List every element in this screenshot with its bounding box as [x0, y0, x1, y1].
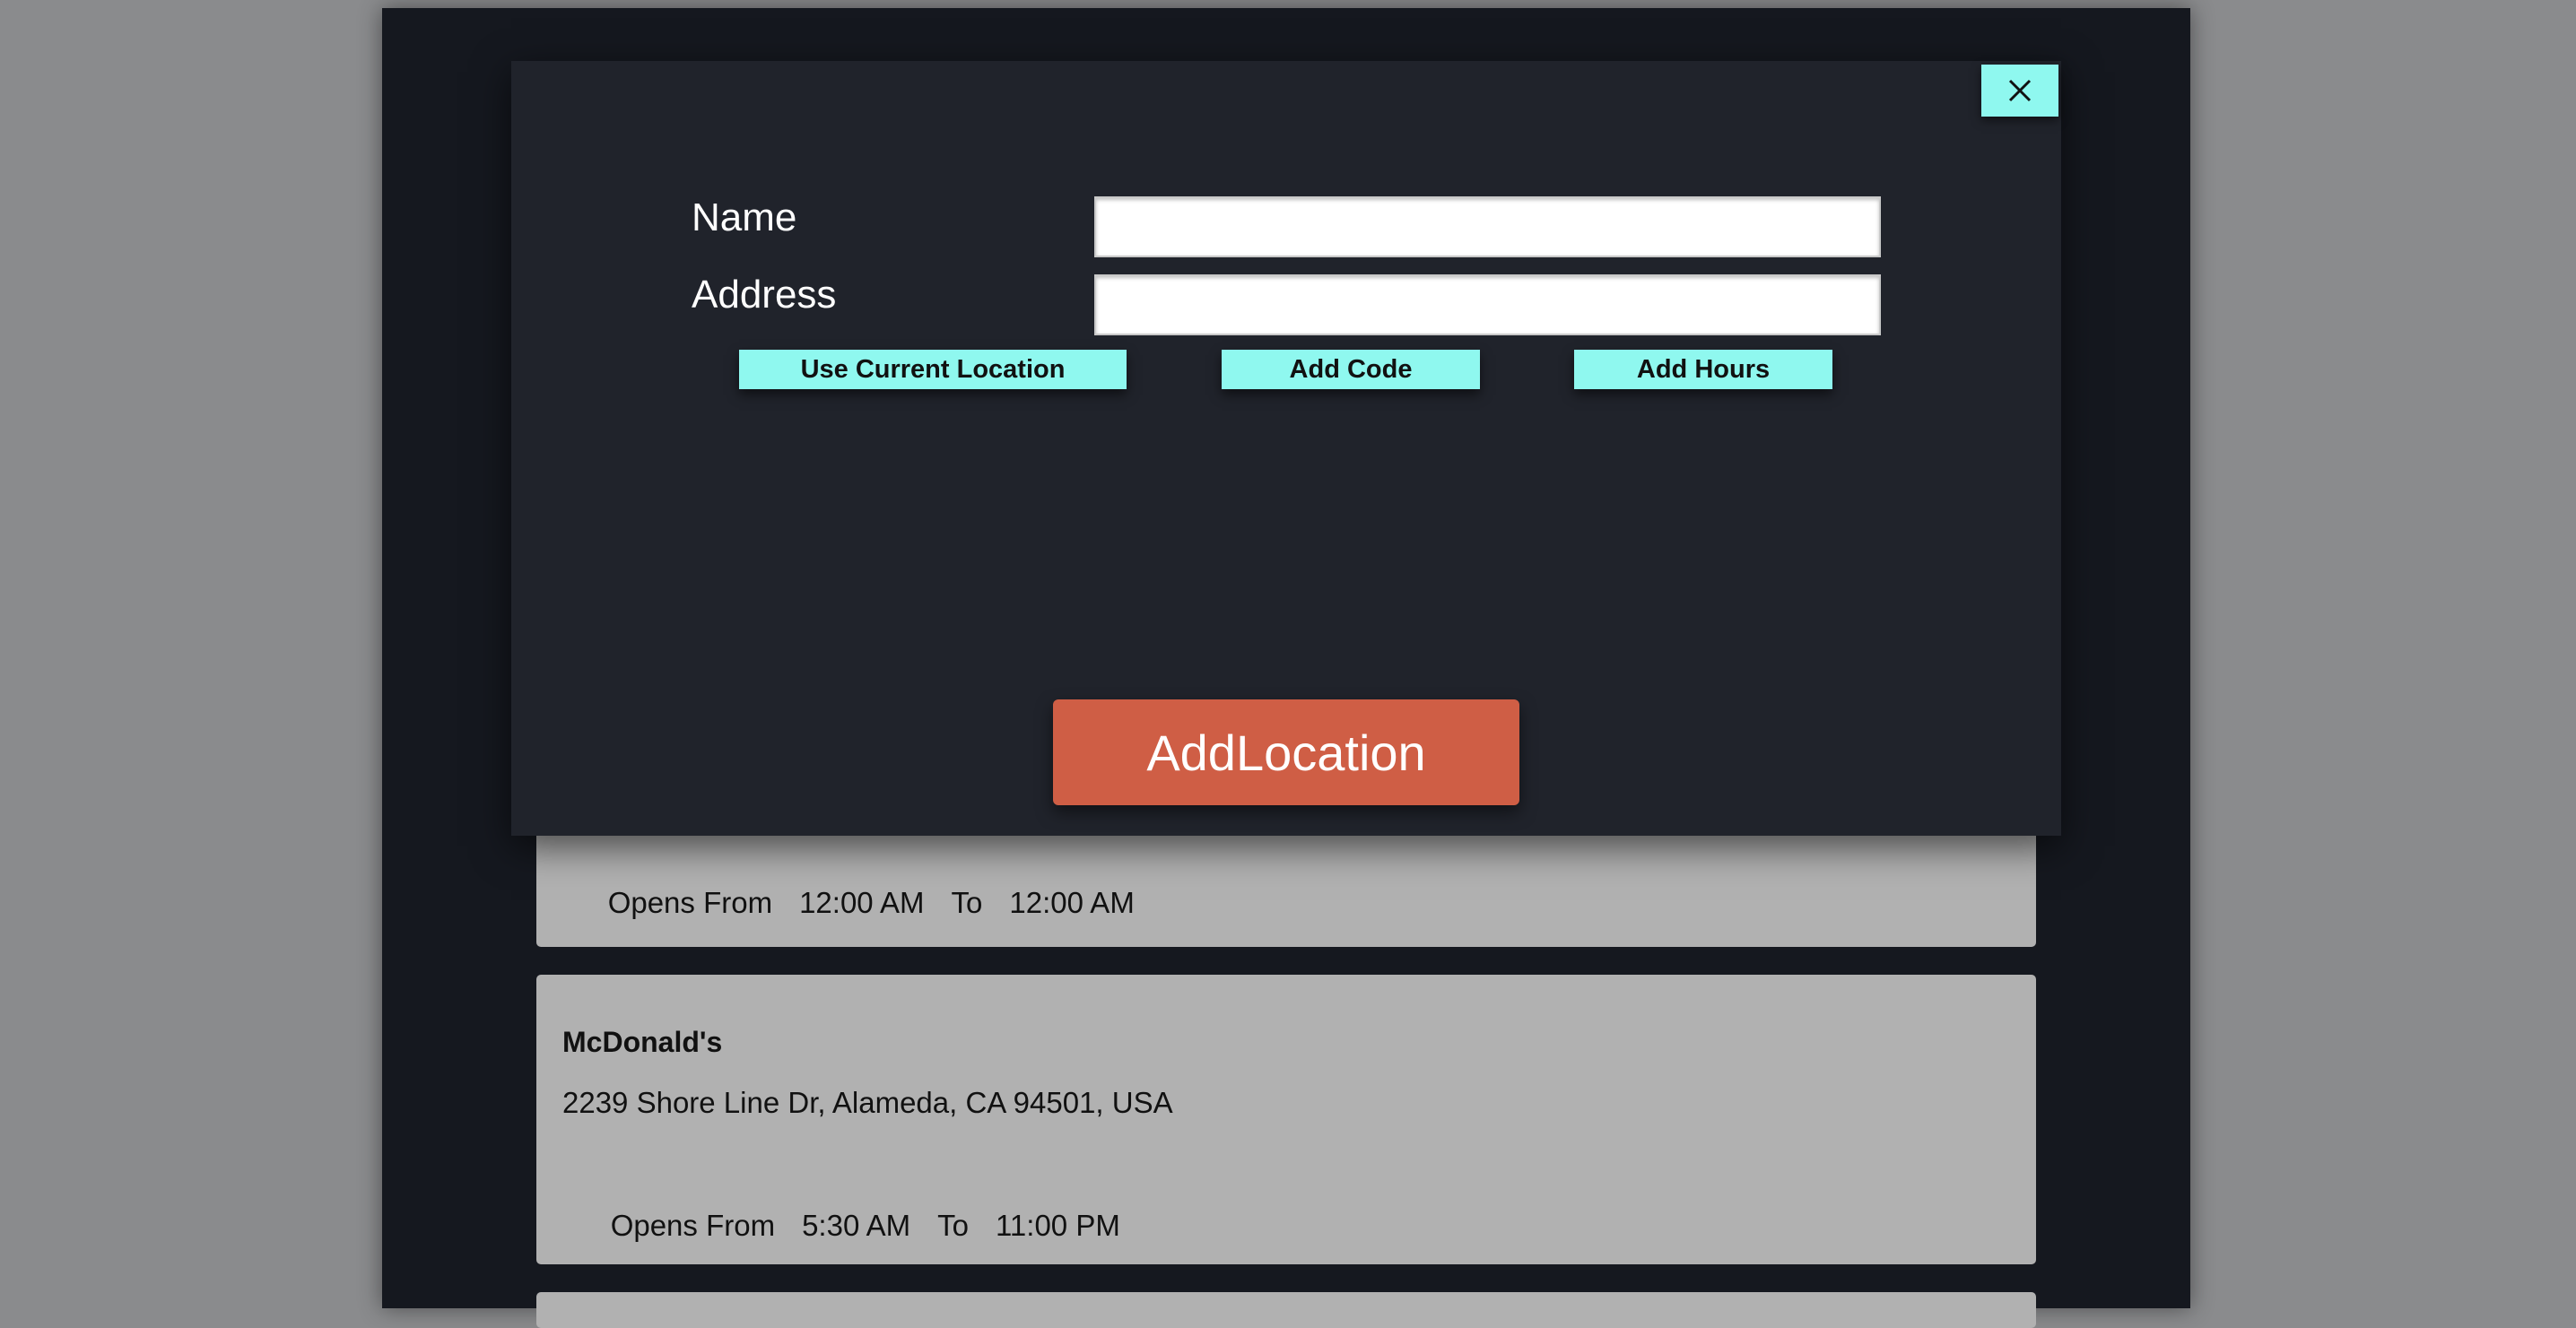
- use-current-location-button[interactable]: Use Current Location: [739, 350, 1127, 389]
- opens-from-label: Opens From: [610, 1209, 776, 1242]
- location-card: McDonald's 2239 Shore Line Dr, Alameda, …: [536, 975, 2036, 1264]
- add-location-button[interactable]: AddLocation: [1053, 699, 1519, 805]
- add-location-modal: Name Address Use Current Location Add Co…: [511, 61, 2061, 836]
- add-code-button[interactable]: Add Code: [1222, 350, 1480, 389]
- location-address: 2239 Shore Line Dr, Alameda, CA 94501, U…: [562, 1086, 1173, 1119]
- add-hours-button[interactable]: Add Hours: [1574, 350, 1832, 389]
- to-label: To: [937, 1209, 970, 1242]
- hours-row: Opens From 5:30 AM To 11:00 PM: [578, 1175, 1147, 1277]
- location-name: McDonald's: [562, 1026, 723, 1058]
- open-time: 12:00 AM: [799, 886, 925, 919]
- location-card: [536, 1292, 2036, 1328]
- address-label: Address: [692, 273, 837, 317]
- opens-from-label: Opens From: [607, 886, 773, 919]
- close-button[interactable]: [1981, 65, 2058, 117]
- close-time: 11:00 PM: [996, 1209, 1120, 1242]
- name-input[interactable]: [1094, 196, 1881, 257]
- open-time: 5:30 AM: [802, 1209, 911, 1242]
- close-time: 12:00 AM: [1009, 886, 1135, 919]
- hours-row: Opens From 12:00 AM To 12:00 AM: [575, 852, 1162, 954]
- address-input[interactable]: [1094, 274, 1881, 335]
- name-label: Name: [692, 195, 797, 239]
- to-label: To: [951, 886, 983, 919]
- close-icon: [2008, 79, 2032, 102]
